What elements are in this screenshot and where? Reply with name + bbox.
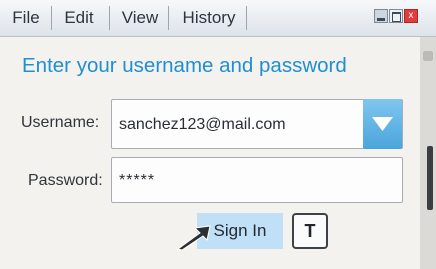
- menu-separator: [51, 6, 52, 30]
- maximize-icon[interactable]: [389, 9, 403, 23]
- password-label: Password:: [28, 172, 103, 189]
- username-value: sanchez123@mail.com: [119, 116, 286, 133]
- menu-separator: [246, 6, 247, 30]
- menu-view[interactable]: View: [118, 0, 162, 36]
- menu-edit[interactable]: Edit: [59, 0, 99, 36]
- page-title: Enter your username and password: [22, 54, 347, 77]
- username-label: Username:: [21, 114, 100, 131]
- menu-file[interactable]: File: [8, 0, 44, 36]
- chevron-down-icon: [372, 117, 393, 131]
- password-value: *****: [119, 172, 156, 189]
- username-field[interactable]: sanchez123@mail.com: [111, 99, 403, 149]
- scroll-up-arrow-icon[interactable]: [423, 51, 433, 61]
- close-icon[interactable]: x: [404, 9, 418, 23]
- scroll-thumb[interactable]: [427, 146, 433, 210]
- text-mode-button[interactable]: T: [292, 213, 328, 249]
- mouse-cursor-icon: [176, 225, 211, 250]
- vertical-scrollbar[interactable]: [420, 37, 436, 269]
- menu-separator: [168, 6, 169, 30]
- menu-separator: [109, 6, 110, 30]
- menu-history[interactable]: History: [178, 0, 240, 36]
- window-controls: x: [374, 9, 420, 25]
- menu-bar: File Edit View History x: [0, 0, 436, 37]
- username-dropdown-button[interactable]: [363, 99, 402, 149]
- minimize-icon[interactable]: [374, 9, 388, 23]
- password-field[interactable]: *****: [111, 157, 403, 203]
